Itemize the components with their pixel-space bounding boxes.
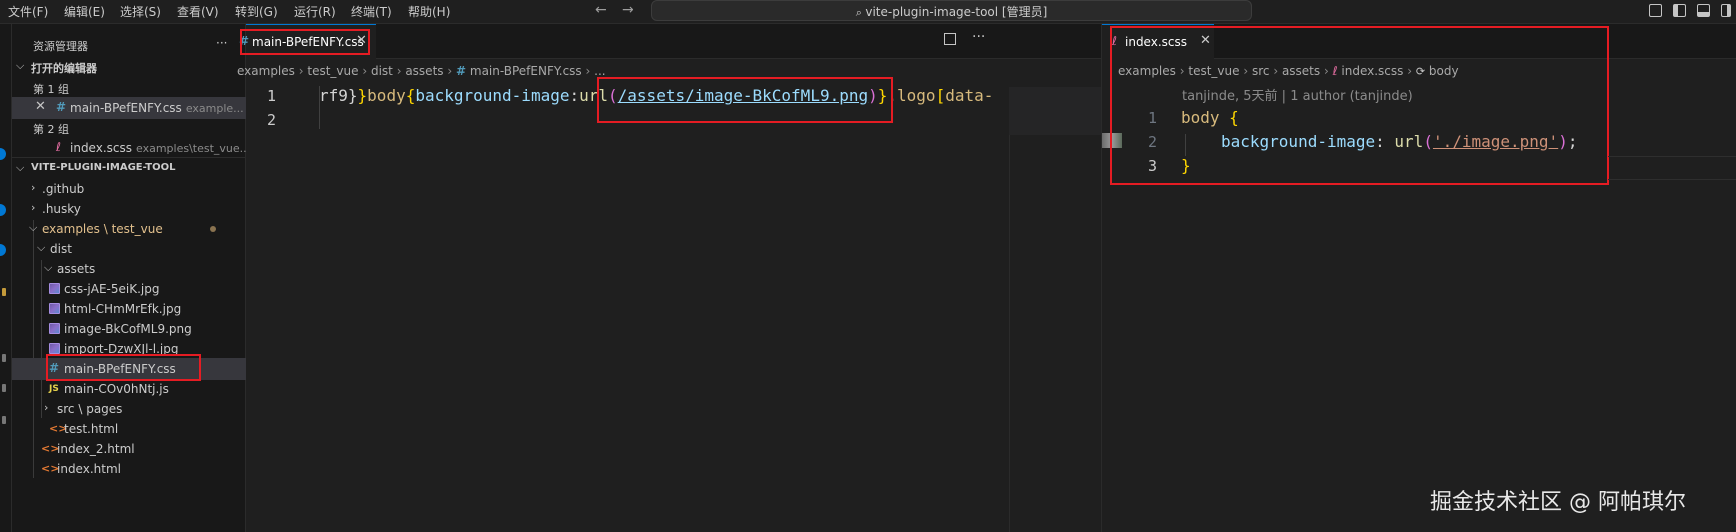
chevron-down-icon: ⌵: [44, 261, 53, 274]
tree-folder-src-pages[interactable]: › src \ pages: [12, 398, 246, 420]
project-section[interactable]: ⌵ VITE-PLUGIN-IMAGE-TOOL: [12, 157, 246, 179]
activity-badge-icon[interactable]: [0, 204, 6, 216]
forward-arrow-icon[interactable]: →: [622, 2, 634, 18]
highlight-box: [240, 29, 370, 55]
image-file-icon: [49, 343, 60, 354]
breadcrumb-item[interactable]: assets: [405, 64, 443, 78]
open-editor-filename: index.scss: [70, 141, 132, 155]
tree-folder-examples[interactable]: ⌵ examples \ test_vue: [12, 218, 246, 240]
chevron-right-icon: ›: [31, 201, 36, 214]
chevron-right-icon: ›: [44, 401, 49, 414]
activity-marker: [2, 384, 6, 392]
open-editor-path: examples\test_vue...: [136, 142, 251, 155]
open-editors-label: 打开的编辑器: [31, 62, 97, 75]
menu-help[interactable]: 帮助(H): [408, 3, 450, 20]
line-number: 1: [266, 87, 276, 105]
chevron-down-icon: ⌵: [37, 241, 46, 254]
editor-group-1-label: 第 1 组: [33, 83, 69, 96]
back-arrow-icon[interactable]: ←: [595, 2, 607, 18]
cursor-line: [319, 86, 320, 129]
activity-badge-icon[interactable]: [0, 148, 6, 160]
editor-group-2: ℓ index.scss ✕ examples › test_vue › src…: [1101, 24, 1736, 532]
tree-file-main-js[interactable]: JS main-COv0hNtj.js: [12, 378, 246, 400]
tree-folder-dist[interactable]: ⌵ dist: [12, 238, 246, 260]
chevron-down-icon: ⌵: [29, 221, 38, 234]
git-modified-marker: [2, 288, 6, 296]
toggle-panel-icon[interactable]: [1697, 4, 1710, 17]
breadcrumb-item[interactable]: main-BPefENFY.css: [470, 64, 582, 78]
close-icon[interactable]: ✕: [35, 99, 46, 114]
menu-goto[interactable]: 转到(G): [235, 3, 278, 20]
explorer-sidebar: 资源管理器 ··· ⌵ 打开的编辑器 第 1 组 ✕ # main-BPefEN…: [12, 24, 250, 532]
menu-run[interactable]: 运行(R): [294, 3, 336, 20]
chevron-down-icon: ⌵: [16, 161, 25, 174]
image-file-icon: [49, 303, 60, 314]
breadcrumb-item[interactable]: examples: [237, 64, 295, 78]
tree-folder-assets[interactable]: ⌵ assets: [12, 258, 246, 280]
highlight-box: [597, 77, 893, 123]
current-line-highlight: [1608, 156, 1736, 180]
activity-marker: [2, 354, 6, 362]
activity-marker: [2, 416, 6, 424]
editor-group-2-label: 第 2 组: [33, 123, 69, 136]
tree-folder-husky[interactable]: › .husky: [12, 198, 246, 220]
breadcrumb-item[interactable]: test_vue: [307, 64, 358, 78]
menu-terminal[interactable]: 终端(T): [351, 3, 392, 20]
minimap-divider: [1009, 87, 1010, 532]
minimap[interactable]: [1009, 87, 1101, 135]
line-number: 2: [266, 111, 276, 129]
tab-bar: # main-BPefENFY.css ✕ ···: [239, 24, 1101, 59]
highlight-box: [46, 354, 201, 381]
command-center-label: ⌕ vite-plugin-image-tool [管理员]: [855, 5, 1048, 19]
breadcrumb-item[interactable]: dist: [371, 64, 393, 78]
open-editor-index-scss[interactable]: ℓ index.scss examples\test_vue...: [12, 137, 250, 159]
menu-view[interactable]: 查看(V): [177, 3, 219, 20]
breadcrumb-item[interactable]: ...: [594, 64, 605, 78]
open-editor-path: example...: [185, 102, 244, 115]
js-file-icon: JS: [49, 384, 59, 394]
watermark: 掘金技术社区 @ 阿帕琪尔: [1430, 490, 1686, 515]
tree-file-image-png[interactable]: image-BkCofML9.png: [12, 318, 246, 340]
toggle-secondary-sidebar-icon[interactable]: [1721, 4, 1731, 17]
image-file-icon: [49, 323, 60, 334]
explorer-title: 资源管理器: [33, 40, 88, 53]
tree-folder-github[interactable]: › .github: [12, 178, 246, 200]
menu-selection[interactable]: 选择(S): [120, 3, 161, 20]
editor-group-1: # main-BPefENFY.css ✕ ··· examples › tes…: [237, 24, 1101, 532]
chevron-down-icon: ⌵: [16, 59, 25, 72]
activity-badge-icon[interactable]: [0, 244, 6, 256]
menu-file[interactable]: 文件(F): [8, 3, 48, 20]
chevron-right-icon: ›: [31, 181, 36, 194]
image-file-icon: [49, 283, 60, 294]
menu-edit[interactable]: 编辑(E): [64, 3, 105, 20]
customize-layout-icon[interactable]: [1649, 4, 1662, 17]
toggle-primary-sidebar-icon[interactable]: [1673, 4, 1686, 17]
sass-file-icon: ℓ: [56, 140, 61, 154]
tree-file-css-jpg[interactable]: css-jAE-5eiK.jpg: [12, 278, 246, 300]
modified-dot-icon: [210, 226, 216, 232]
tree-file-index2-html[interactable]: <> index_2.html: [12, 438, 246, 460]
open-editor-filename: main-BPefENFY.css: [70, 101, 182, 115]
css-file-icon: #: [56, 100, 67, 114]
title-bar: 文件(F) 编辑(E) 选择(S) 查看(V) 转到(G) 运行(R) 终端(T…: [0, 0, 1736, 24]
more-actions-icon[interactable]: ···: [972, 29, 985, 45]
project-label: VITE-PLUGIN-IMAGE-TOOL: [31, 162, 176, 173]
highlight-box: [1110, 26, 1609, 185]
more-actions-icon[interactable]: ···: [216, 36, 227, 50]
activity-bar: [0, 24, 12, 532]
breadcrumb: examples › test_vue › dist › assets › # …: [237, 64, 606, 78]
open-editors-section[interactable]: ⌵ 打开的编辑器: [12, 56, 246, 78]
open-editor-main-css[interactable]: ✕ # main-BPefENFY.css example...: [12, 97, 246, 119]
search-icon: ⌕: [855, 6, 866, 19]
tree-file-index-html[interactable]: <> index.html: [12, 458, 246, 480]
explorer-header: 资源管理器 ···: [12, 34, 246, 56]
css-file-icon: #: [455, 64, 467, 78]
tree-file-test-html[interactable]: <> test.html: [12, 418, 246, 440]
split-editor-icon[interactable]: [944, 33, 956, 45]
command-center-search[interactable]: ⌕ vite-plugin-image-tool [管理员]: [651, 0, 1252, 21]
tree-file-html-jpg[interactable]: html-CHmMrEfk.jpg: [12, 298, 246, 320]
